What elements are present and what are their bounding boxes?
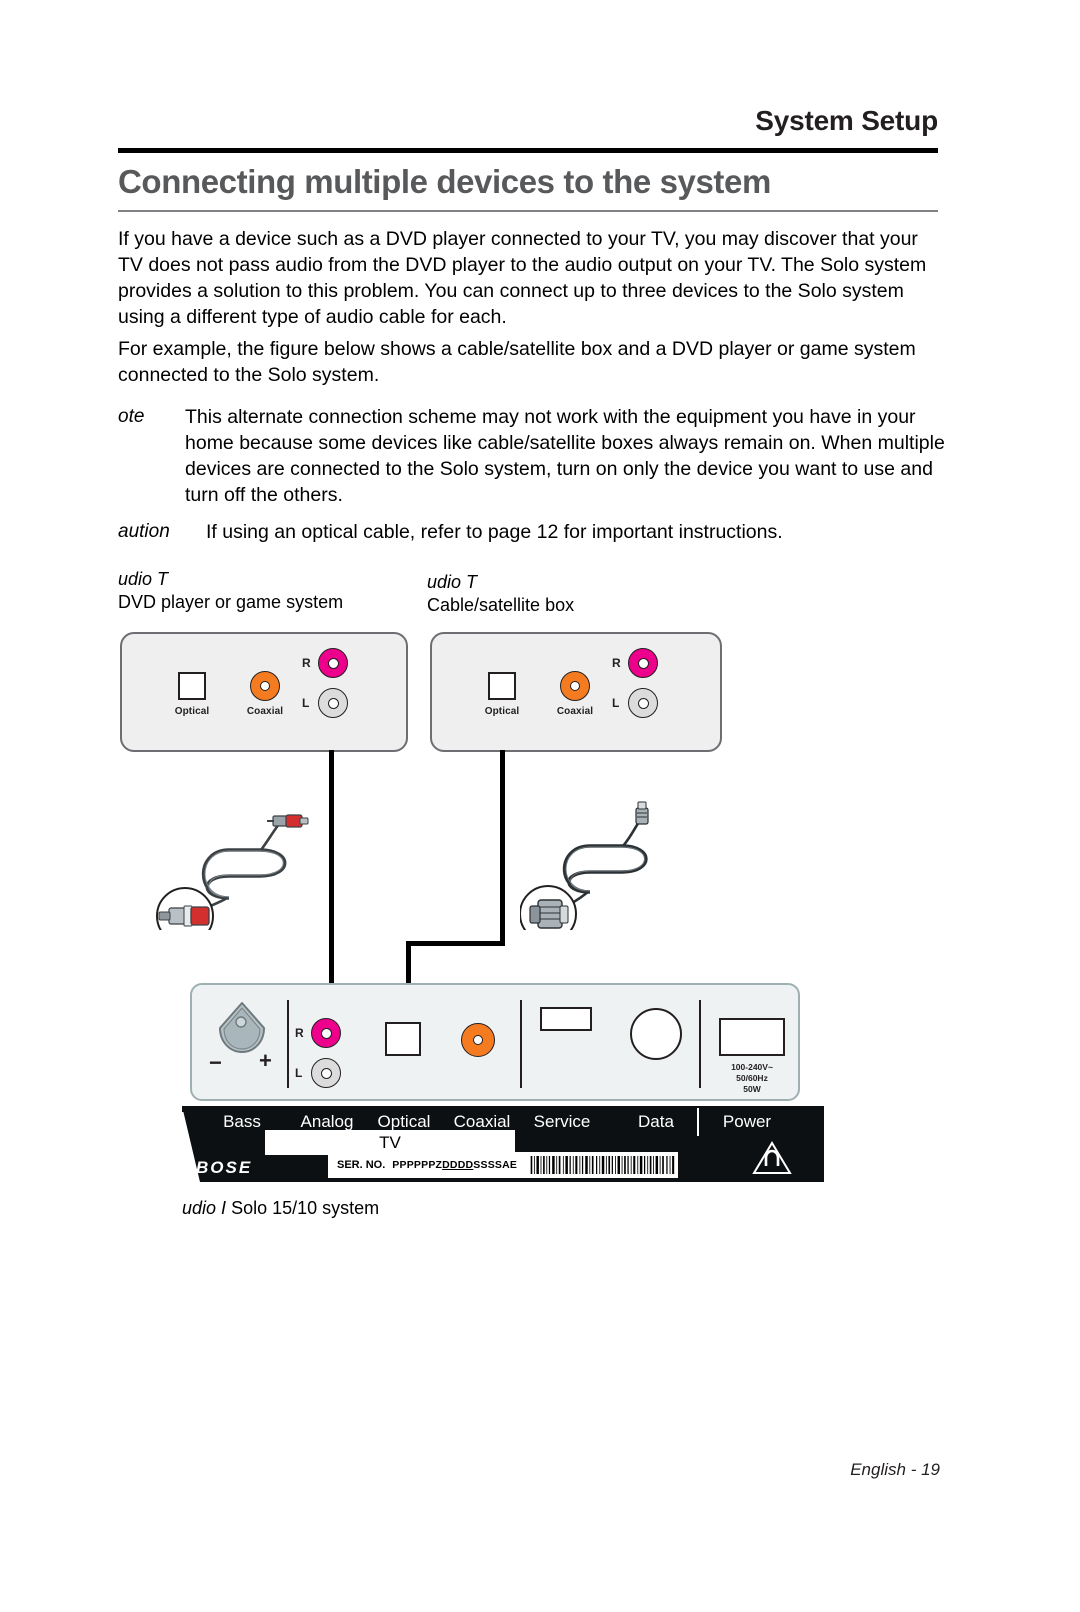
coaxial-jack-icon[interactable]: [560, 671, 590, 701]
solo-caption-italic: udio I: [182, 1198, 227, 1218]
optical-jack-icon[interactable]: [178, 672, 206, 700]
serial-prefix: PPPPPPZ: [392, 1159, 443, 1171]
serial-number-value: PPPPPPZDDDDSSSSAE: [392, 1159, 517, 1171]
band-label-data: Data: [638, 1112, 674, 1131]
rca-left-letter: L: [612, 696, 620, 710]
service-port-icon[interactable]: [540, 1007, 592, 1031]
power-rating-frequency: 50/60Hz: [736, 1073, 768, 1083]
data-port-icon[interactable]: [630, 1008, 682, 1060]
dvd-device-rear-panel: Optical Coaxial R L: [120, 632, 408, 752]
header-rule-thin: [118, 210, 938, 212]
caution-block: aution If using an optical cable, refer …: [118, 519, 946, 545]
band-label-optical: Optical: [377, 1112, 431, 1131]
band-label-analog: Analog: [300, 1112, 354, 1131]
optical-jack-label: Optical: [484, 706, 520, 717]
example-paragraph: For example, the figure below shows a ca…: [118, 338, 916, 386]
optical-jack-label: Optical: [174, 706, 210, 717]
rca-right-jack-icon[interactable]: [628, 648, 658, 678]
rca-left-letter: L: [302, 696, 310, 710]
power-port-icon[interactable]: [719, 1018, 785, 1056]
serial-suffix: SSSSAE: [473, 1159, 518, 1171]
page-title: Connecting multiple devices to the syste…: [118, 163, 771, 200]
band-label-coaxial: Coaxial: [453, 1112, 511, 1131]
main-optical-jack-icon[interactable]: [385, 1022, 421, 1056]
dvd-device-label-text: DVD player or game system: [118, 592, 344, 612]
optical-jack-icon[interactable]: [488, 672, 516, 700]
dvd-device-label: udio T DVD player or game system: [118, 568, 343, 614]
manual-page: System Setup Connecting multiple devices…: [0, 0, 1080, 1612]
cable-box-label-italic: udio T: [427, 572, 478, 592]
rca-left-jack-icon[interactable]: [628, 688, 658, 718]
power-rating-wattage: 50W: [743, 1084, 761, 1094]
cable-box-label-text: Cable/satellite box: [427, 595, 575, 615]
coaxial-jack-icon[interactable]: [250, 671, 280, 701]
caution-tag: aution: [118, 521, 170, 542]
bose-logo: BOSE: [196, 1158, 253, 1177]
intro-paragraph: If you have a device such as a DVD playe…: [118, 228, 927, 328]
solo-system-caption: udio I Solo 15/10 system: [182, 1197, 379, 1220]
connection-line-optical-vertical-1: [500, 750, 505, 946]
warning-triangle-icon: [752, 1141, 792, 1174]
panel-divider-bass: [287, 1000, 289, 1088]
main-rca-right-jack-icon[interactable]: [311, 1018, 341, 1048]
connection-line-analog: [329, 750, 334, 1002]
coaxial-jack-label: Coaxial: [246, 706, 284, 717]
header-rule-thick: [118, 148, 938, 153]
running-head: System Setup: [755, 105, 938, 136]
note-tag: ote: [118, 406, 145, 427]
band-label-service: Service: [533, 1112, 591, 1131]
serial-number-label: SER. NO.: [337, 1159, 386, 1171]
coaxial-jack-label: Coaxial: [556, 706, 594, 717]
bass-minus-label: −: [209, 1050, 222, 1075]
barcode-icon: [530, 1156, 675, 1174]
rca-right-letter: R: [612, 656, 621, 670]
band-label-bass: Bass: [223, 1112, 261, 1131]
main-rca-left-jack-icon[interactable]: [311, 1058, 341, 1088]
rca-left-jack-icon[interactable]: [318, 688, 348, 718]
power-rating-text: 100-240V~ 50/60Hz 50W: [712, 1062, 792, 1095]
rca-right-jack-icon[interactable]: [318, 648, 348, 678]
rca-right-letter: R: [302, 656, 311, 670]
serial-number-strip: SER. NO. PPPPPPZDDDDSSSSAE: [328, 1152, 678, 1178]
main-coaxial-jack-icon[interactable]: [461, 1023, 495, 1057]
optical-cable-illustration: [519, 780, 680, 943]
power-rating-voltage: 100-240V~: [731, 1062, 773, 1072]
rca-cable-illustration: [155, 780, 315, 945]
caution-text: If using an optical cable, refer to page…: [206, 521, 783, 543]
band-divider-power: [697, 1108, 699, 1136]
dvd-device-label-italic: udio T: [118, 569, 169, 589]
solo-caption-text: Solo 15/10 system: [231, 1198, 380, 1218]
page-footer: English - 19: [850, 1460, 940, 1479]
cable-box-rear-panel: Optical Coaxial R L: [430, 632, 722, 752]
band-label-power: Power: [722, 1112, 772, 1131]
note-text: This alternate connection scheme may not…: [185, 406, 945, 506]
panel-divider-tv: [520, 1000, 522, 1088]
main-rca-right-letter: R: [295, 1026, 304, 1040]
connection-line-optical-horizontal: [406, 941, 505, 946]
note-block: ote This alternate connection scheme may…: [118, 404, 946, 508]
bass-plus-label: +: [259, 1048, 272, 1073]
serial-underlined: DDDD: [442, 1159, 474, 1171]
panel-divider-power: [699, 1000, 701, 1088]
main-rca-left-letter: L: [295, 1066, 303, 1080]
solo-system-rear-panel: [190, 983, 800, 1101]
cable-box-label: udio T Cable/satellite box: [427, 571, 574, 617]
